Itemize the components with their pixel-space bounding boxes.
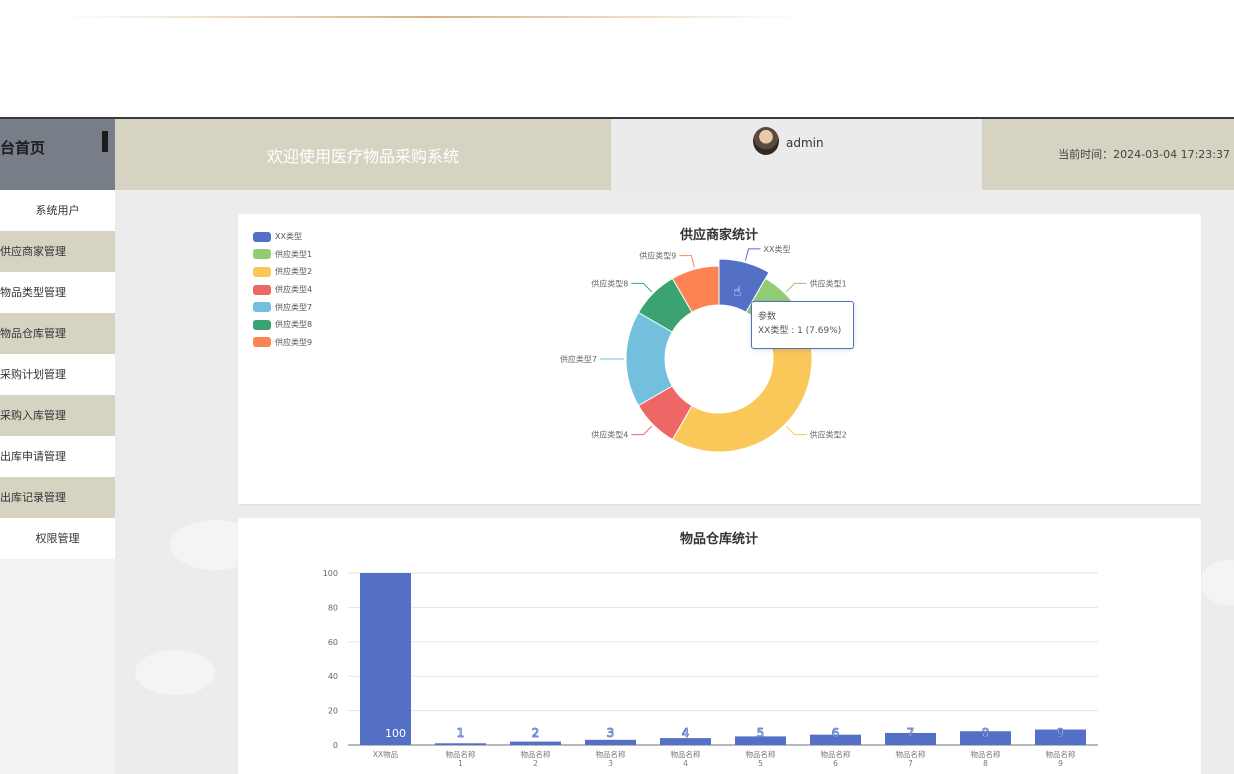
pie-label-line: [744, 248, 761, 261]
main-content: XX类型供应类型1 供应类型2 供应类型4 供应类型7 供应类型8 供应类型9 供应商家统…: [115, 190, 1234, 774]
pie-label: 供应类型7: [560, 354, 597, 364]
y-tick-label: 100: [323, 569, 338, 578]
x-tick-label: 2: [533, 759, 538, 768]
bar-value-label: 9: [1057, 726, 1065, 740]
sidebar-item-users[interactable]: 系统用户: [0, 190, 115, 231]
welcome-banner: 欢迎使用医疗物品采购系统: [115, 119, 611, 190]
x-tick-label: 物品名称: [821, 749, 851, 759]
supplier-pie-chart: 供应商家统计 XX类型供应类型1 供应类型2 供应类型4 供应类型7 供应类型8 供应类型…: [560, 227, 847, 453]
x-tick-label: 3: [608, 759, 613, 768]
pie-label: XX类型: [764, 244, 791, 254]
tooltip-value: XX类型 : 1 (7.69%): [758, 326, 842, 336]
x-tick-label: XX物品: [373, 749, 398, 759]
y-tick-label: 20: [328, 707, 338, 716]
current-time: 当前时间：2024-03-04 17:23:37: [1058, 148, 1230, 161]
sidebar-item-item-types[interactable]: 物品类型管理: [0, 272, 115, 313]
bar-value-label: 4: [682, 726, 690, 740]
menu-toggle-icon[interactable]: [102, 131, 108, 152]
sidebar-item-purchase-inbound[interactable]: 采购入库管理: [0, 395, 115, 436]
x-tick-label: 4: [683, 759, 688, 768]
bar[interactable]: [360, 573, 411, 745]
welcome-text: 欢迎使用医疗物品采购系统: [266, 147, 459, 166]
bar-value-label: 6: [832, 726, 840, 740]
pie-label-line: [679, 255, 695, 268]
brand-area: 台首页: [0, 119, 115, 190]
x-tick-label: 物品名称: [671, 749, 701, 759]
bar[interactable]: [510, 741, 561, 745]
tooltip-title: 参数: [758, 312, 777, 322]
x-tick-label: 物品名称: [746, 749, 776, 759]
brand-title[interactable]: 台首页: [0, 137, 45, 158]
bar-value-label: 7: [907, 726, 915, 740]
sidebar: 系统用户 供应商家管理 物品类型管理 物品仓库管理 采购计划管理 采购入库管理 …: [0, 190, 115, 774]
sidebar-item-purchase-plan[interactable]: 采购计划管理: [0, 354, 115, 395]
x-tick-label: 物品名称: [971, 749, 1001, 759]
x-tick-label: 6: [833, 759, 838, 768]
pie-label: 供应类型2: [810, 430, 847, 440]
bar-value-label: 8: [982, 726, 990, 740]
x-tick-label: 物品名称: [446, 749, 476, 759]
y-tick-label: 0: [333, 741, 338, 750]
chart-title: 供应商家统计: [679, 227, 758, 243]
x-tick-label: 1: [458, 759, 463, 768]
sidebar-item-outbound-records[interactable]: 出库记录管理: [0, 477, 115, 518]
x-tick-label: 物品名称: [896, 749, 926, 759]
bar-value-label: 2: [532, 726, 540, 740]
pie-label: 供应类型1: [810, 278, 847, 288]
bar[interactable]: [435, 743, 486, 745]
pie-label-line: [631, 425, 653, 436]
supplier-chart-card: XX类型供应类型1 供应类型2 供应类型4 供应类型7 供应类型8 供应类型9 供应商家统…: [238, 214, 1201, 504]
pie-label: 供应类型9: [639, 251, 676, 261]
pie-label-line: [785, 425, 807, 436]
user-area: admin: [611, 119, 982, 190]
bar-value-label: 100: [385, 727, 406, 740]
bar-value-label: 3: [607, 726, 615, 740]
chart-tooltip: 参数 XX类型 : 1 (7.69%): [751, 301, 854, 349]
x-tick-label: 物品名称: [521, 749, 551, 759]
mouse-cursor-icon: ☝: [733, 284, 742, 300]
y-tick-label: 60: [328, 638, 338, 647]
pie-label-line: [631, 282, 653, 293]
x-tick-label: 物品名称: [1046, 749, 1076, 759]
x-tick-label: 7: [908, 759, 913, 768]
bar[interactable]: [585, 739, 636, 745]
x-tick-label: 5: [758, 759, 763, 768]
y-tick-label: 40: [328, 672, 338, 681]
time-area: 当前时间：2024-03-04 17:23:37: [982, 119, 1234, 190]
background-bubble: [135, 650, 215, 695]
sidebar-item-outbound-request[interactable]: 出库申请管理: [0, 436, 115, 477]
warehouse-chart-card: 物品仓库统计 0 20 40 60 80 100 100 XX物品 1 物品名称 1 2 物品名称 2 3 物…: [238, 518, 1201, 774]
pie-label-line: [785, 282, 807, 293]
avatar[interactable]: [753, 127, 779, 155]
pie-label: 供应类型4: [591, 430, 628, 440]
warehouse-bar-chart: 物品仓库统计 020406080100100XX物品1物品名称12物品名称23物…: [323, 531, 1098, 768]
bar-value-label: 1: [457, 726, 465, 740]
pie-label: 供应类型8: [591, 278, 628, 288]
sidebar-item-warehouse[interactable]: 物品仓库管理: [0, 313, 115, 354]
sidebar-item-suppliers[interactable]: 供应商家管理: [0, 231, 115, 272]
decorative-line: [60, 16, 800, 18]
x-tick-label: 8: [983, 759, 988, 768]
sidebar-item-permissions[interactable]: 权限管理: [0, 518, 115, 559]
x-tick-label: 物品名称: [596, 749, 626, 759]
chart-title: 物品仓库统计: [680, 531, 758, 547]
background-bubble: [1200, 560, 1234, 605]
username[interactable]: admin: [786, 136, 824, 150]
header: 台首页 欢迎使用医疗物品采购系统 admin 当前时间：2024-03-04 1…: [0, 119, 1234, 190]
x-tick-label: 9: [1058, 759, 1063, 768]
y-tick-label: 80: [328, 603, 338, 612]
bar-value-label: 5: [757, 726, 765, 740]
top-blank-area: [0, 0, 1234, 118]
